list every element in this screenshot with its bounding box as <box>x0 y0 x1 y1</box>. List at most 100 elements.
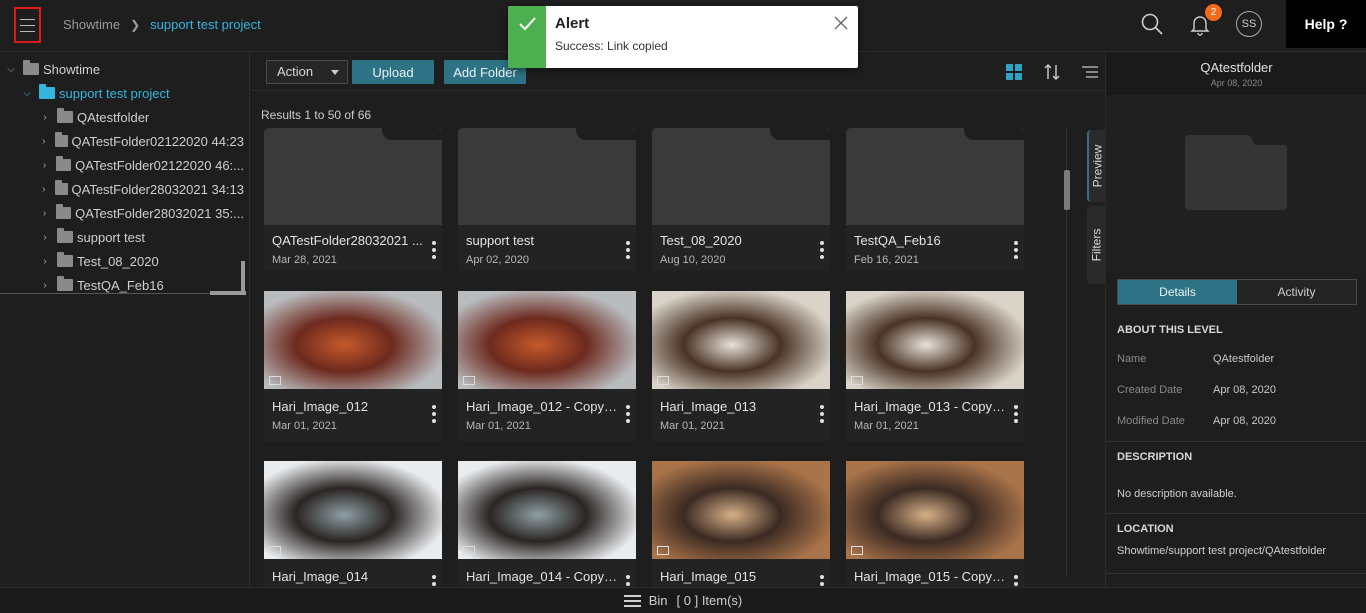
tree-item-project[interactable]: ⌵ support test project <box>0 81 244 105</box>
card-meta: QATestFolder28032021 ... Mar 28, 2021 <box>264 225 442 271</box>
chevron-right-icon[interactable]: › <box>39 208 50 219</box>
folder-icon <box>57 252 73 267</box>
description-text: No description available. <box>1117 488 1237 500</box>
about-section: ABOUT THIS LEVEL Name QAtestfolder Creat… <box>1106 313 1366 442</box>
card-title: Hari_Image_013 <box>660 399 757 414</box>
location-path: Showtime/support test project/QAtestfold… <box>1117 545 1327 557</box>
chevron-right-icon[interactable]: › <box>39 232 51 243</box>
tree-item-folder[interactable]: › QATestFolder02122020 44:23 <box>0 129 244 153</box>
bin-label: Bin <box>648 593 668 608</box>
hamburger-menu-button[interactable] <box>14 7 41 43</box>
chevron-right-icon[interactable]: › <box>39 160 50 171</box>
more-options-icon[interactable] <box>820 575 824 587</box>
tree-item-label: QAtestfolder <box>77 109 150 125</box>
folder-icon <box>57 228 73 243</box>
bin-bar[interactable]: Bin [ 0 ] Item(s) <box>0 587 1366 613</box>
grid-scrollbar[interactable] <box>1064 170 1070 210</box>
chevron-down-icon[interactable]: ⌵ <box>5 64 17 75</box>
image-thumbnail <box>846 461 1024 559</box>
tree-item-folder[interactable]: › support test <box>0 225 244 249</box>
folder-icon <box>23 60 39 75</box>
tree-item-folder[interactable]: › QATestFolder28032021 35:... <box>0 201 244 225</box>
tree-horizontal-scrollbar[interactable] <box>210 291 246 295</box>
chevron-right-icon[interactable]: › <box>39 256 51 267</box>
about-heading: ABOUT THIS LEVEL <box>1117 324 1223 336</box>
details-panel: QAtestfolder Apr 08, 2020 Details Activi… <box>1105 53 1366 587</box>
tree-vertical-scrollbar[interactable] <box>241 261 245 295</box>
image-card[interactable]: Hari_Image_014 - Copy(1) <box>458 461 636 587</box>
image-card[interactable]: Hari_Image_012 Mar 01, 2021 <box>264 291 442 441</box>
image-card[interactable]: Hari_Image_012 - Copy(1) Mar 01, 2021 <box>458 291 636 441</box>
chevron-right-icon[interactable]: › <box>39 184 49 195</box>
tree-item-folder[interactable]: › QAtestfolder <box>0 105 244 129</box>
more-options-icon[interactable] <box>820 241 824 259</box>
details-title: QAtestfolder <box>1200 60 1273 75</box>
action-dropdown[interactable]: Action <box>266 60 348 84</box>
alert-message: Success: Link copied <box>555 39 668 53</box>
more-options-icon[interactable] <box>626 241 630 259</box>
tab-preview[interactable]: Preview <box>1087 130 1105 202</box>
folder-tab-cutout <box>382 128 442 140</box>
details-preview <box>1106 95 1366 270</box>
folder-icon <box>56 204 72 219</box>
search-icon[interactable] <box>1140 12 1164 36</box>
more-options-icon[interactable] <box>1014 241 1018 259</box>
more-options-icon[interactable] <box>820 405 824 423</box>
image-card[interactable]: Hari_Image_015 - Copy(1) <box>846 461 1024 587</box>
folder-card[interactable]: support test Apr 02, 2020 <box>458 128 636 271</box>
folder-card[interactable]: Test_08_2020 Aug 10, 2020 <box>652 128 830 271</box>
details-tabs: Details Activity <box>1117 279 1357 305</box>
more-options-icon[interactable] <box>626 405 630 423</box>
list-view-icon[interactable] <box>1081 63 1099 86</box>
tree-item-folder[interactable]: › TestQA_Feb16 <box>0 273 244 293</box>
image-card[interactable]: Hari_Image_014 <box>264 461 442 587</box>
card-meta: Hari_Image_014 <box>264 559 442 587</box>
more-options-icon[interactable] <box>626 575 630 587</box>
image-card[interactable]: Hari_Image_013 - Copy(1) Mar 01, 2021 <box>846 291 1024 441</box>
grid-view-icon[interactable] <box>1005 63 1023 86</box>
upload-button[interactable]: Upload <box>352 60 434 84</box>
details-header: QAtestfolder Apr 08, 2020 <box>1106 53 1366 95</box>
folder-card[interactable]: QATestFolder28032021 ... Mar 28, 2021 <box>264 128 442 271</box>
chevron-down-icon[interactable]: ⌵ <box>21 88 33 99</box>
folder-thumbnail <box>458 128 636 226</box>
more-options-icon[interactable] <box>1014 405 1018 423</box>
action-dropdown-label: Action <box>277 64 314 79</box>
more-options-icon[interactable] <box>1014 575 1018 587</box>
chevron-right-icon[interactable]: › <box>39 280 51 291</box>
header-actions: 2 SS Help ? <box>1140 0 1366 48</box>
tab-preview-label: Preview <box>1090 144 1104 188</box>
image-thumbnail <box>264 291 442 389</box>
folder-icon <box>57 276 73 291</box>
more-options-icon[interactable] <box>432 405 436 423</box>
more-options-icon[interactable] <box>432 241 436 259</box>
tree-item-root[interactable]: ⌵ Showtime <box>0 57 244 81</box>
user-avatar[interactable]: SS <box>1236 11 1262 37</box>
help-button[interactable]: Help ? <box>1286 0 1366 48</box>
tree-item-folder[interactable]: › QATestFolder02122020 46:... <box>0 153 244 177</box>
image-card[interactable]: Hari_Image_013 Mar 01, 2021 <box>652 291 830 441</box>
chevron-right-icon[interactable]: › <box>39 136 49 147</box>
breadcrumb-current-project[interactable]: support test project <box>150 17 261 32</box>
folder-card[interactable]: TestQA_Feb16 Feb 16, 2021 <box>846 128 1024 271</box>
tree-item-label: Test_08_2020 <box>77 253 159 269</box>
card-date: Apr 02, 2020 <box>466 254 529 266</box>
more-options-icon[interactable] <box>432 575 436 587</box>
tree-item-folder[interactable]: › QATestFolder28032021 34:13 <box>0 177 244 201</box>
card-meta: Hari_Image_015 - Copy(1) <box>846 559 1024 587</box>
notifications-bell-icon[interactable]: 2 <box>1188 4 1222 36</box>
breadcrumb-showtime[interactable]: Showtime <box>63 17 120 32</box>
side-tabs: Preview Filters <box>1087 130 1105 285</box>
sort-icon[interactable] <box>1043 63 1061 86</box>
alert-title: Alert <box>555 15 590 32</box>
tab-activity[interactable]: Activity <box>1237 280 1356 304</box>
image-card[interactable]: Hari_Image_015 <box>652 461 830 587</box>
card-title: Test_08_2020 <box>660 233 742 248</box>
tree-item-folder[interactable]: › Test_08_2020 <box>0 249 244 273</box>
image-type-icon <box>657 546 669 555</box>
folder-tree: ⌵ Showtime ⌵ support test project › QAtes… <box>0 57 244 294</box>
tab-details[interactable]: Details <box>1118 280 1237 304</box>
chevron-right-icon[interactable]: › <box>39 112 51 123</box>
tab-filters[interactable]: Filters <box>1087 206 1105 284</box>
close-icon[interactable] <box>834 16 848 30</box>
